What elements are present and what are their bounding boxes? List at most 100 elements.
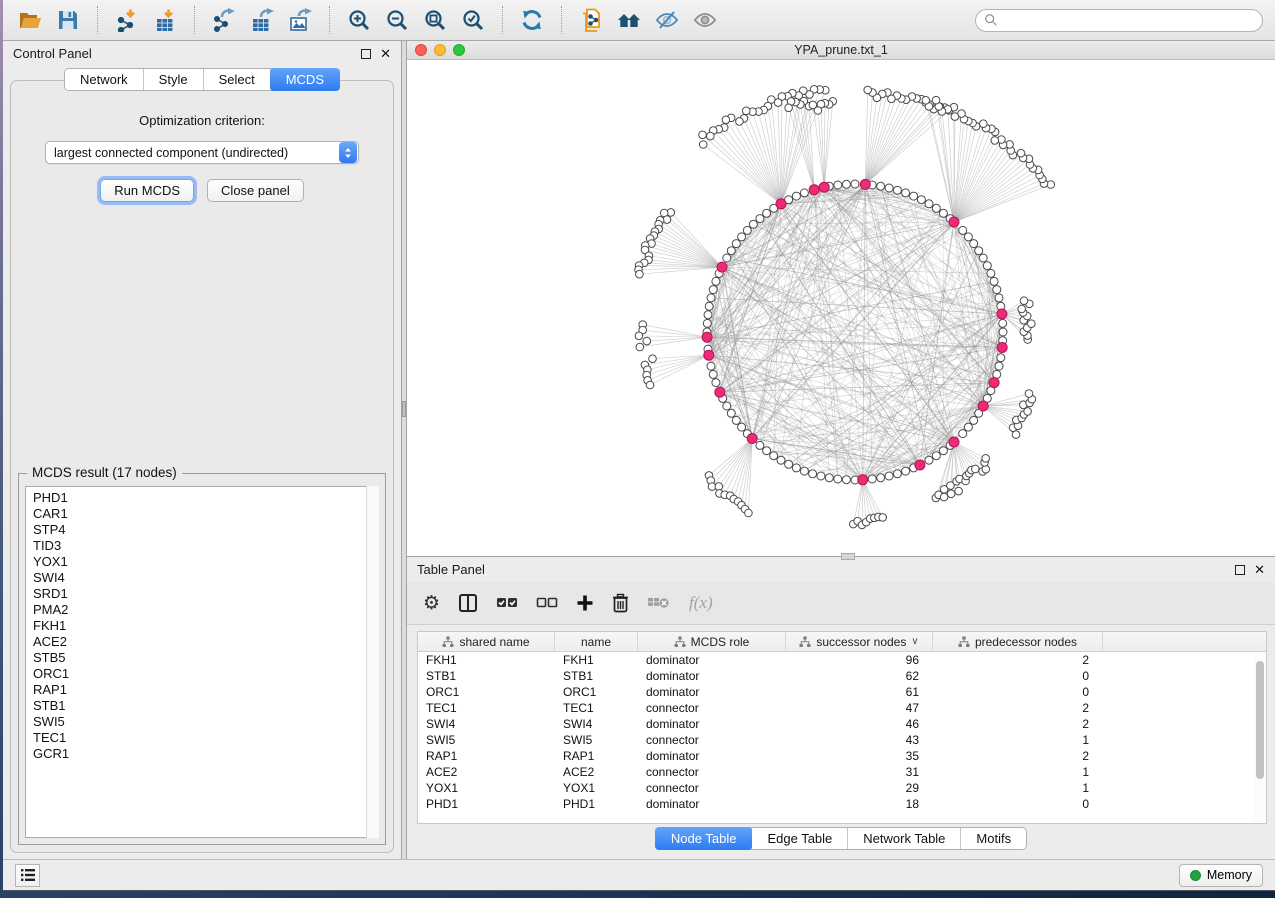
- table-row[interactable]: PHD1PHD1dominator180: [418, 796, 1266, 812]
- mcds-result-item[interactable]: STB5: [33, 650, 378, 666]
- zoom-out-button[interactable]: [382, 5, 412, 35]
- cell-shared_name[interactable]: ACE2: [418, 765, 555, 779]
- create-column-button[interactable]: [576, 590, 594, 616]
- open-file-button[interactable]: [15, 5, 45, 35]
- cell-successor_nodes[interactable]: 61: [786, 685, 933, 699]
- table-row[interactable]: ACE2ACE2connector311: [418, 764, 1266, 780]
- mcds-result-item[interactable]: TID3: [33, 538, 378, 554]
- close-panel-icon[interactable]: ✕: [380, 49, 391, 59]
- hide-selected-button[interactable]: [652, 5, 682, 35]
- cell-mcds_role[interactable]: connector: [638, 781, 786, 795]
- network-titlebar[interactable]: YPA_prune.txt_1: [407, 41, 1275, 60]
- column-header-name[interactable]: name: [555, 632, 638, 651]
- tab-mcds[interactable]: MCDS: [270, 68, 340, 91]
- tab-network[interactable]: Network: [65, 69, 144, 90]
- cell-successor_nodes[interactable]: 35: [786, 749, 933, 763]
- cell-predecessor_nodes[interactable]: 2: [933, 749, 1103, 763]
- column-header-successor-nodes[interactable]: successor nodes∨: [786, 632, 933, 651]
- cell-successor_nodes[interactable]: 18: [786, 797, 933, 811]
- cell-predecessor_nodes[interactable]: 1: [933, 733, 1103, 747]
- export-image-button[interactable]: [285, 5, 315, 35]
- scrollbar-thumb[interactable]: [1256, 661, 1264, 779]
- cell-shared_name[interactable]: PHD1: [418, 797, 555, 811]
- mcds-result-item[interactable]: YOX1: [33, 554, 378, 570]
- cell-mcds_role[interactable]: connector: [638, 733, 786, 747]
- splitter-grip[interactable]: [402, 401, 406, 417]
- cell-mcds_role[interactable]: dominator: [638, 717, 786, 731]
- cell-successor_nodes[interactable]: 46: [786, 717, 933, 731]
- cell-shared_name[interactable]: RAP1: [418, 749, 555, 763]
- cell-mcds_role[interactable]: dominator: [638, 685, 786, 699]
- network-graph[interactable]: [407, 60, 1273, 556]
- cell-predecessor_nodes[interactable]: 0: [933, 669, 1103, 683]
- cell-name[interactable]: SWI4: [555, 717, 638, 731]
- cell-predecessor_nodes[interactable]: 0: [933, 797, 1103, 811]
- mcds-result-item[interactable]: PHD1: [33, 490, 378, 506]
- cell-predecessor_nodes[interactable]: 1: [933, 781, 1103, 795]
- table-tab-node-table[interactable]: Node Table: [655, 827, 754, 850]
- mcds-result-item[interactable]: SRD1: [33, 586, 378, 602]
- zoom-in-button[interactable]: [344, 5, 374, 35]
- table-row[interactable]: RAP1RAP1dominator352: [418, 748, 1266, 764]
- cell-name[interactable]: RAP1: [555, 749, 638, 763]
- table-row[interactable]: ORC1ORC1dominator610: [418, 684, 1266, 700]
- mcds-result-item[interactable]: GCR1: [33, 746, 378, 762]
- float-table-panel-icon[interactable]: [1235, 565, 1245, 575]
- cell-mcds_role[interactable]: dominator: [638, 669, 786, 683]
- cell-name[interactable]: ACE2: [555, 765, 638, 779]
- cell-name[interactable]: YOX1: [555, 781, 638, 795]
- network-canvas[interactable]: [407, 60, 1275, 556]
- show-columns-button[interactable]: [458, 590, 478, 616]
- cell-name[interactable]: TEC1: [555, 701, 638, 715]
- cell-predecessor_nodes[interactable]: 2: [933, 717, 1103, 731]
- close-table-panel-icon[interactable]: ✕: [1254, 565, 1265, 575]
- cell-successor_nodes[interactable]: 47: [786, 701, 933, 715]
- table-row[interactable]: STB1STB1dominator620: [418, 668, 1266, 684]
- select-all-rows-button[interactable]: [496, 590, 518, 616]
- mcds-result-item[interactable]: FKH1: [33, 618, 378, 634]
- cell-mcds_role[interactable]: dominator: [638, 653, 786, 667]
- cell-name[interactable]: PHD1: [555, 797, 638, 811]
- function-builder-button[interactable]: f(x): [689, 590, 713, 616]
- mcds-result-item[interactable]: TEC1: [33, 730, 378, 746]
- cell-name[interactable]: ORC1: [555, 685, 638, 699]
- cell-successor_nodes[interactable]: 29: [786, 781, 933, 795]
- table-row[interactable]: SWI4SWI4dominator462: [418, 716, 1266, 732]
- table-row[interactable]: FKH1FKH1dominator962: [418, 652, 1266, 668]
- import-network-button[interactable]: [112, 5, 142, 35]
- cell-mcds_role[interactable]: connector: [638, 701, 786, 715]
- table-tab-network-table[interactable]: Network Table: [848, 828, 961, 849]
- table-tab-edge-table[interactable]: Edge Table: [752, 828, 848, 849]
- cell-mcds_role[interactable]: connector: [638, 765, 786, 779]
- table-settings-button[interactable]: ⚙: [423, 590, 440, 616]
- cell-shared_name[interactable]: YOX1: [418, 781, 555, 795]
- zoom-selected-button[interactable]: [458, 5, 488, 35]
- horizontal-splitter-grip[interactable]: [841, 553, 855, 560]
- cell-name[interactable]: STB1: [555, 669, 638, 683]
- zoom-fit-button[interactable]: [420, 5, 450, 35]
- cell-shared_name[interactable]: TEC1: [418, 701, 555, 715]
- table-row[interactable]: TEC1TEC1connector472: [418, 700, 1266, 716]
- table-tab-motifs[interactable]: Motifs: [961, 828, 1026, 849]
- task-history-button[interactable]: [15, 864, 40, 887]
- cell-successor_nodes[interactable]: 31: [786, 765, 933, 779]
- mcds-result-item[interactable]: STP4: [33, 522, 378, 538]
- table-scrollbar[interactable]: [1254, 653, 1266, 823]
- cell-shared_name[interactable]: FKH1: [418, 653, 555, 667]
- mcds-result-item[interactable]: ORC1: [33, 666, 378, 682]
- close-panel-button[interactable]: Close panel: [207, 179, 304, 202]
- clear-selection-button[interactable]: [536, 590, 558, 616]
- table-row[interactable]: YOX1YOX1connector291: [418, 780, 1266, 796]
- delete-columns-button[interactable]: [612, 590, 629, 616]
- import-table-button[interactable]: [150, 5, 180, 35]
- cell-predecessor_nodes[interactable]: 2: [933, 701, 1103, 715]
- criterion-dropdown[interactable]: largest connected component (undirected): [45, 141, 359, 164]
- delete-table-button[interactable]: [647, 590, 671, 616]
- export-network-button[interactable]: [209, 5, 239, 35]
- show-all-button[interactable]: [690, 5, 720, 35]
- float-panel-icon[interactable]: [361, 49, 371, 59]
- mcds-result-item[interactable]: RAP1: [33, 682, 378, 698]
- mcds-result-item[interactable]: STB1: [33, 698, 378, 714]
- cell-name[interactable]: FKH1: [555, 653, 638, 667]
- cell-successor_nodes[interactable]: 62: [786, 669, 933, 683]
